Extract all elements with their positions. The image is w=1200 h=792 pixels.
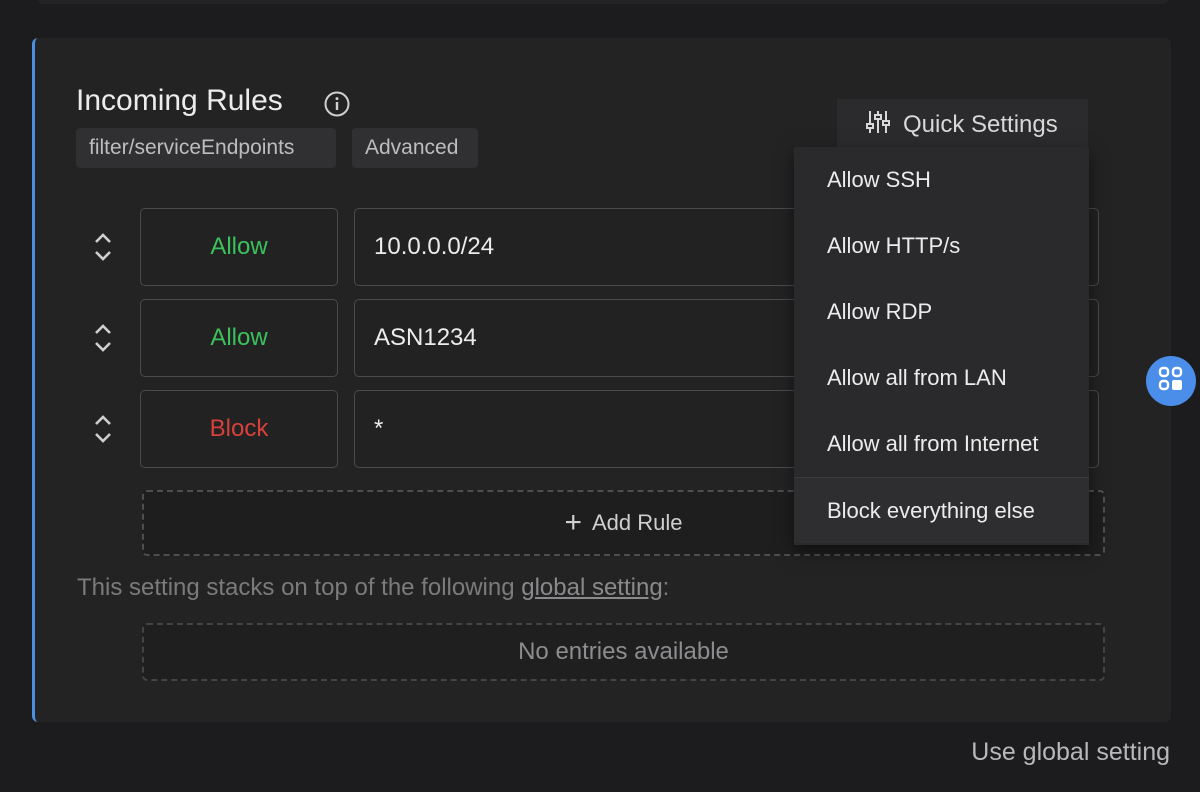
stack-note-suffix: :	[662, 574, 670, 601]
floating-app-button[interactable]	[1146, 356, 1196, 406]
sliders-icon	[865, 109, 891, 142]
menu-item-allow-internet[interactable]: Allow all from Internet	[794, 411, 1089, 477]
stack-note-prefix: This setting stacks on top of the follow…	[77, 574, 522, 601]
section-title: Incoming Rules	[76, 84, 283, 117]
global-setting-link[interactable]: global setting	[521, 574, 662, 601]
menu-item-block-else[interactable]: Block everything else	[794, 477, 1089, 543]
app-grid-icon	[1157, 365, 1185, 398]
previous-card-edge	[38, 0, 1168, 4]
rule-action-button[interactable]: Allow	[140, 299, 338, 377]
menu-item-allow-http[interactable]: Allow HTTP/s	[794, 213, 1089, 279]
tag-key: filter/serviceEndpoints	[76, 128, 336, 168]
add-rule-label: Add Rule	[592, 510, 683, 535]
stack-note: This setting stacks on top of the follow…	[77, 574, 669, 602]
quick-settings-button[interactable]: Quick Settings	[837, 99, 1088, 151]
reorder-handle-icon[interactable]	[88, 411, 118, 447]
menu-item-allow-ssh[interactable]: Allow SSH	[794, 147, 1089, 213]
quick-settings-label: Quick Settings	[903, 111, 1058, 138]
menu-item-allow-lan[interactable]: Allow all from LAN	[794, 345, 1089, 411]
info-icon[interactable]	[323, 90, 351, 118]
tag-advanced: Advanced	[352, 128, 478, 168]
quick-settings-menu: Allow SSH Allow HTTP/s Allow RDP Allow a…	[794, 147, 1089, 545]
reorder-handle-icon[interactable]	[88, 229, 118, 265]
plus-icon: +	[564, 506, 582, 539]
rule-action-button[interactable]: Allow	[140, 208, 338, 286]
rule-action-button[interactable]: Block	[140, 390, 338, 468]
use-global-setting-button[interactable]: Use global setting	[971, 738, 1170, 767]
reorder-handle-icon[interactable]	[88, 320, 118, 356]
menu-item-allow-rdp[interactable]: Allow RDP	[794, 279, 1089, 345]
no-entries-placeholder: No entries available	[142, 623, 1105, 681]
